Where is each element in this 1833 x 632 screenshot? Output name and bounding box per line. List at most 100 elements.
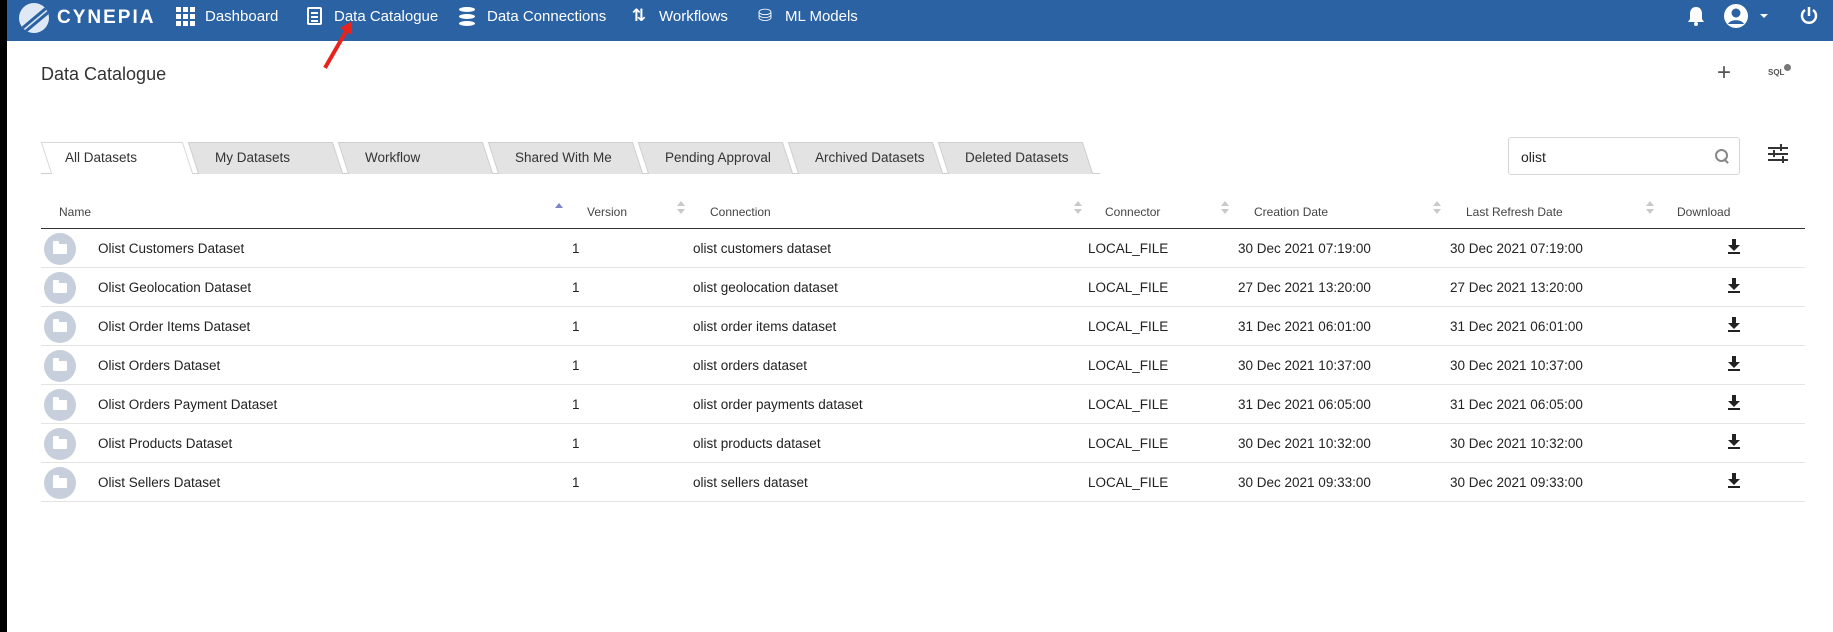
- filter-settings-icon[interactable]: [1768, 144, 1790, 164]
- dataset-connection: olist customers dataset: [693, 241, 832, 256]
- search-icon[interactable]: [1715, 149, 1729, 163]
- sort-icon[interactable]: [677, 201, 685, 215]
- datasets-table: Name Version Connection Connector Creati…: [41, 196, 1805, 502]
- folder-icon: [44, 467, 76, 499]
- dataset-version: 1: [572, 475, 580, 490]
- table-row[interactable]: Olist Customers Dataset 1 olist customer…: [41, 229, 1805, 268]
- dataset-name[interactable]: Olist Orders Payment Dataset: [98, 397, 277, 412]
- search-box: [1508, 137, 1740, 175]
- dataset-name[interactable]: Olist Order Items Dataset: [98, 319, 250, 334]
- sql-query-button[interactable]: SQL: [1768, 64, 1792, 77]
- column-header-last-refresh-date[interactable]: Last Refresh Date: [1466, 205, 1563, 219]
- nav-item-dashboard[interactable]: Dashboard: [175, 0, 278, 32]
- folder-icon: [44, 389, 76, 421]
- tab-label[interactable]: All Datasets: [65, 150, 137, 165]
- dataset-name[interactable]: Olist Customers Dataset: [98, 241, 244, 256]
- download-icon[interactable]: [1727, 434, 1741, 450]
- table-body: Olist Customers Dataset 1 olist customer…: [41, 229, 1805, 502]
- dataset-name[interactable]: Olist Products Dataset: [98, 436, 232, 451]
- brand-logo-icon: [19, 3, 49, 33]
- folder-icon: [44, 350, 76, 382]
- dataset-creation-date: 30 Dec 2021 10:37:00: [1238, 358, 1371, 373]
- table-row[interactable]: Olist Order Items Dataset 1 olist order …: [41, 307, 1805, 346]
- nav-item-data-catalogue[interactable]: Data Catalogue: [304, 0, 438, 32]
- nav-item-workflows[interactable]: ⇅ Workflows: [629, 0, 728, 32]
- download-icon[interactable]: [1727, 317, 1741, 333]
- nav-item-label: Dashboard: [205, 7, 279, 25]
- search-input[interactable]: [1521, 147, 1701, 167]
- tab-label[interactable]: Workflow: [365, 150, 420, 165]
- nav-item-label: Workflows: [659, 7, 728, 25]
- dataset-creation-date: 30 Dec 2021 09:33:00: [1238, 475, 1371, 490]
- bell-icon[interactable]: [1687, 0, 1705, 32]
- brand[interactable]: CYNEPIA: [19, 3, 155, 33]
- column-header-name[interactable]: Name: [59, 205, 91, 219]
- tab-label[interactable]: Deleted Datasets: [965, 150, 1069, 165]
- page-title: Data Catalogue: [41, 64, 167, 84]
- dataset-connection: olist products dataset: [693, 436, 821, 451]
- folder-icon: [44, 272, 76, 304]
- table-row[interactable]: Olist Sellers Dataset 1 olist sellers da…: [41, 463, 1805, 502]
- dataset-last-refresh-date: 30 Dec 2021 09:33:00: [1450, 475, 1583, 490]
- sort-icon[interactable]: [1221, 201, 1229, 215]
- dataset-version: 1: [572, 397, 580, 412]
- sort-icon[interactable]: [1074, 201, 1082, 215]
- download-icon[interactable]: [1727, 356, 1741, 372]
- chevron-down-icon[interactable]: [1759, 0, 1769, 32]
- dataset-connector: LOCAL_FILE: [1088, 358, 1169, 373]
- folder-icon: [44, 233, 76, 265]
- dataset-connection: olist geolocation dataset: [693, 280, 838, 295]
- nav-item-ml-models[interactable]: ⛁ ML Models: [755, 0, 858, 32]
- dataset-connection: olist sellers dataset: [693, 475, 808, 490]
- dataset-connector: LOCAL_FILE: [1088, 436, 1169, 451]
- download-icon[interactable]: [1727, 395, 1741, 411]
- dataset-version: 1: [572, 241, 580, 256]
- column-header-creation-date[interactable]: Creation Date: [1254, 205, 1328, 219]
- dataset-connection: olist order items dataset: [693, 319, 837, 334]
- document-icon: [304, 6, 324, 26]
- sql-label: SQL: [1768, 68, 1785, 77]
- sql-badge-icon: [1784, 64, 1792, 71]
- table-row[interactable]: Olist Orders Payment Dataset 1 olist ord…: [41, 385, 1805, 424]
- tab-label[interactable]: My Datasets: [215, 150, 290, 165]
- sort-icon[interactable]: [1433, 201, 1441, 215]
- dataset-connection: olist orders dataset: [693, 358, 808, 373]
- dataset-connector: LOCAL_FILE: [1088, 397, 1169, 412]
- dataset-creation-date: 30 Dec 2021 10:32:00: [1238, 436, 1371, 451]
- download-icon[interactable]: [1727, 473, 1741, 489]
- power-icon[interactable]: [1800, 0, 1818, 32]
- column-header-connector[interactable]: Connector: [1105, 205, 1160, 219]
- dataset-last-refresh-date: 31 Dec 2021 06:05:00: [1450, 397, 1583, 412]
- column-header-version[interactable]: Version: [587, 205, 627, 219]
- sort-ascending-icon[interactable]: [555, 201, 563, 215]
- column-header-connection[interactable]: Connection: [710, 205, 771, 219]
- table-row[interactable]: Olist Orders Dataset 1 olist orders data…: [41, 346, 1805, 385]
- download-icon[interactable]: [1727, 278, 1741, 294]
- tab-label[interactable]: Pending Approval: [665, 150, 771, 165]
- dataset-connector: LOCAL_FILE: [1088, 475, 1169, 490]
- nav-item-label: ML Models: [785, 7, 858, 25]
- user-account-icon[interactable]: [1723, 0, 1749, 32]
- dataset-name[interactable]: Olist Geolocation Dataset: [98, 280, 251, 295]
- dataset-last-refresh-date: 27 Dec 2021 13:20:00: [1450, 280, 1583, 295]
- sort-icon[interactable]: [1646, 201, 1654, 215]
- dataset-creation-date: 31 Dec 2021 06:01:00: [1238, 319, 1371, 334]
- dataset-last-refresh-date: 30 Dec 2021 10:32:00: [1450, 436, 1583, 451]
- dataset-name[interactable]: Olist Sellers Dataset: [98, 475, 220, 490]
- dataset-connector: LOCAL_FILE: [1088, 280, 1169, 295]
- dataset-last-refresh-date: 30 Dec 2021 10:37:00: [1450, 358, 1583, 373]
- folder-icon: [44, 428, 76, 460]
- dataset-name[interactable]: Olist Orders Dataset: [98, 358, 220, 373]
- table-row[interactable]: Olist Geolocation Dataset 1 olist geoloc…: [41, 268, 1805, 307]
- dataset-last-refresh-date: 30 Dec 2021 07:19:00: [1450, 241, 1583, 256]
- table-header: Name Version Connection Connector Creati…: [41, 196, 1805, 229]
- download-icon[interactable]: [1727, 239, 1741, 255]
- dataset-creation-date: 31 Dec 2021 06:05:00: [1238, 397, 1371, 412]
- dataset-version: 1: [572, 280, 580, 295]
- tab-label[interactable]: Archived Datasets: [815, 150, 925, 165]
- add-dataset-button[interactable]: +: [1717, 61, 1731, 85]
- brand-name: CYNEPIA: [57, 7, 156, 28]
- nav-item-data-connections[interactable]: Data Connections: [457, 0, 606, 32]
- table-row[interactable]: Olist Products Dataset 1 olist products …: [41, 424, 1805, 463]
- tab-label[interactable]: Shared With Me: [515, 150, 612, 165]
